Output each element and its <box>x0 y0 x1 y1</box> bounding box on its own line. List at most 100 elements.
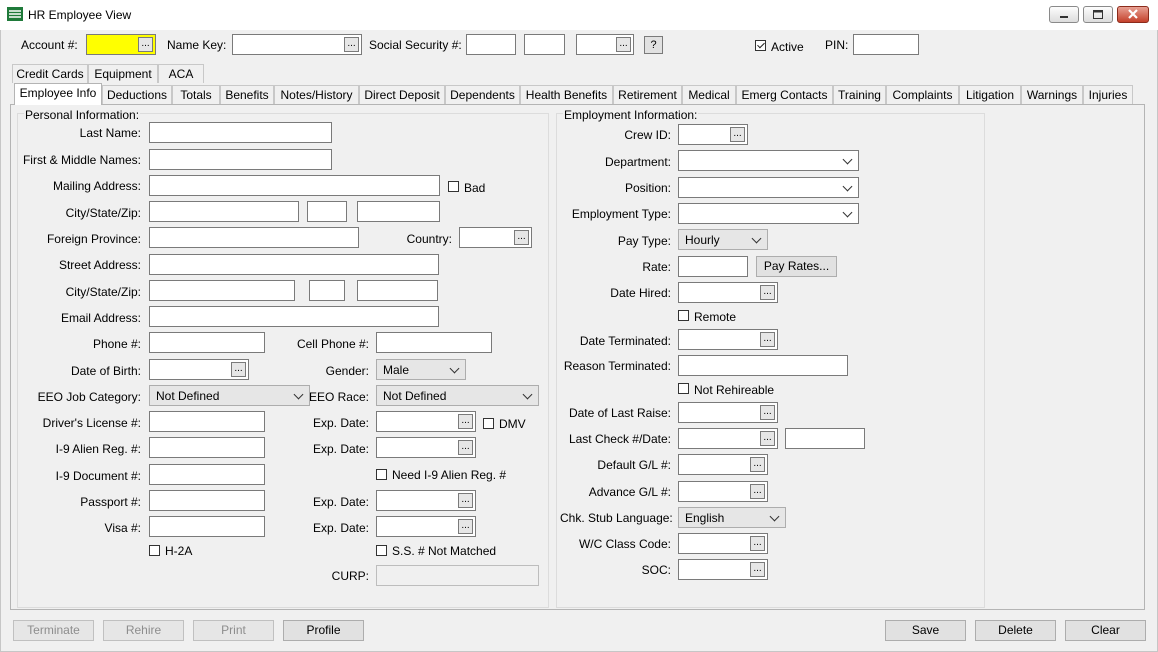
tab-emerg-contacts[interactable]: Emerg Contacts <box>736 85 833 104</box>
ssn-part3-input[interactable]: ... <box>576 34 634 55</box>
cell-phone-input[interactable] <box>376 332 492 353</box>
country-input[interactable]: ... <box>459 227 532 248</box>
bad-checkbox[interactable] <box>448 181 459 192</box>
pay-rates-button[interactable]: Pay Rates... <box>756 256 837 277</box>
last-check-number-input[interactable]: ... <box>678 428 778 449</box>
crew-id-lookup-button[interactable]: ... <box>730 127 745 142</box>
wc-class-lookup-button[interactable]: ... <box>750 536 765 551</box>
tab-litigation[interactable]: Litigation <box>959 85 1021 104</box>
clear-button[interactable]: Clear <box>1065 620 1146 641</box>
dob-input[interactable]: ... <box>149 359 249 380</box>
help-button[interactable]: ? <box>644 36 663 54</box>
rate-input[interactable] <box>678 256 748 277</box>
h2a-checkbox[interactable] <box>149 545 160 556</box>
advance-gl-lookup-button[interactable]: ... <box>750 484 765 499</box>
ssn-lookup-button[interactable]: ... <box>616 37 631 52</box>
street-address-input[interactable] <box>149 254 439 275</box>
dl-exp-date-input[interactable]: ... <box>376 411 476 432</box>
maximize-button[interactable] <box>1083 6 1113 23</box>
tab-aca[interactable]: ACA <box>158 64 204 83</box>
mailing-state-input[interactable] <box>307 201 347 222</box>
foreign-province-input[interactable] <box>149 227 359 248</box>
ssn-part2-input[interactable] <box>524 34 565 55</box>
street-state-input[interactable] <box>309 280 345 301</box>
last-name-input[interactable] <box>149 122 332 143</box>
visa-input[interactable] <box>149 516 265 537</box>
terminate-button[interactable]: Terminate <box>13 620 94 641</box>
drivers-license-input[interactable] <box>149 411 265 432</box>
gender-select[interactable]: Male <box>376 359 466 380</box>
visa-exp-date-input[interactable]: ... <box>376 516 476 537</box>
email-input[interactable] <box>149 306 439 327</box>
date-last-raise-picker-button[interactable]: ... <box>760 405 775 420</box>
last-check-lookup-button[interactable]: ... <box>760 431 775 446</box>
i9-exp-date-input[interactable]: ... <box>376 437 476 458</box>
chk-stub-lang-select[interactable]: English <box>678 507 786 528</box>
i9-exp-date-picker-button[interactable]: ... <box>458 440 473 455</box>
tab-employee-info[interactable]: Employee Info <box>14 83 102 105</box>
date-terminated-picker-button[interactable]: ... <box>760 332 775 347</box>
close-button[interactable] <box>1117 6 1149 23</box>
country-lookup-button[interactable]: ... <box>514 230 529 245</box>
crew-id-input[interactable]: ... <box>678 124 748 145</box>
print-button[interactable]: Print <box>193 620 274 641</box>
i9-doc-input[interactable] <box>149 464 265 485</box>
visa-exp-date-picker-button[interactable]: ... <box>458 519 473 534</box>
tab-deductions[interactable]: Deductions <box>102 85 172 104</box>
date-hired-input[interactable]: ... <box>678 282 778 303</box>
tab-direct-deposit[interactable]: Direct Deposit <box>359 85 445 104</box>
tab-totals[interactable]: Totals <box>172 85 220 104</box>
date-hired-picker-button[interactable]: ... <box>760 285 775 300</box>
tab-benefits[interactable]: Benefits <box>220 85 274 104</box>
need-i9-checkbox[interactable] <box>376 469 387 480</box>
minimize-button[interactable] <box>1049 6 1079 23</box>
name-key-input[interactable]: ... <box>232 34 362 55</box>
passport-exp-date-picker-button[interactable]: ... <box>458 493 473 508</box>
street-city-input[interactable] <box>149 280 295 301</box>
mailing-city-input[interactable] <box>149 201 299 222</box>
tab-medical[interactable]: Medical <box>682 85 736 104</box>
date-terminated-input[interactable]: ... <box>678 329 778 350</box>
tab-health-benefits[interactable]: Health Benefits <box>520 85 613 104</box>
phone-input[interactable] <box>149 332 265 353</box>
tab-dependents[interactable]: Dependents <box>445 85 520 104</box>
soc-lookup-button[interactable]: ... <box>750 562 765 577</box>
last-check-date-input[interactable] <box>785 428 865 449</box>
pay-type-select[interactable]: Hourly <box>678 229 768 250</box>
passport-exp-date-input[interactable]: ... <box>376 490 476 511</box>
save-button[interactable]: Save <box>885 620 966 641</box>
i9-alien-input[interactable] <box>149 437 265 458</box>
account-lookup-button[interactable]: ... <box>138 37 153 52</box>
name-key-lookup-button[interactable]: ... <box>344 37 359 52</box>
remote-checkbox[interactable] <box>678 310 689 321</box>
pin-input[interactable] <box>853 34 919 55</box>
street-zip-input[interactable] <box>357 280 438 301</box>
profile-button[interactable]: Profile <box>283 620 364 641</box>
ssn-part1-input[interactable] <box>466 34 516 55</box>
advance-gl-input[interactable]: ... <box>678 481 768 502</box>
account-input[interactable]: ... <box>86 34 156 55</box>
eeo-race-select[interactable]: Not Defined <box>376 385 539 406</box>
curp-input[interactable] <box>376 565 539 586</box>
employment-type-select[interactable] <box>678 203 859 224</box>
default-gl-lookup-button[interactable]: ... <box>750 457 765 472</box>
rehire-button[interactable]: Rehire <box>103 620 184 641</box>
default-gl-input[interactable]: ... <box>678 454 768 475</box>
dob-picker-button[interactable]: ... <box>231 362 246 377</box>
first-middle-input[interactable] <box>149 149 332 170</box>
dl-exp-date-picker-button[interactable]: ... <box>458 414 473 429</box>
delete-button[interactable]: Delete <box>975 620 1056 641</box>
tab-notes-history[interactable]: Notes/History <box>274 85 359 104</box>
tab-retirement[interactable]: Retirement <box>613 85 682 104</box>
soc-input[interactable]: ... <box>678 559 768 580</box>
tab-complaints[interactable]: Complaints <box>886 85 959 104</box>
tab-equipment[interactable]: Equipment <box>88 64 158 83</box>
not-rehireable-checkbox[interactable] <box>678 383 689 394</box>
reason-terminated-input[interactable] <box>678 355 848 376</box>
dmv-checkbox[interactable] <box>483 418 494 429</box>
ss-not-matched-checkbox[interactable] <box>376 545 387 556</box>
passport-input[interactable] <box>149 490 265 511</box>
mailing-zip-input[interactable] <box>357 201 440 222</box>
active-checkbox[interactable] <box>755 40 766 51</box>
date-last-raise-input[interactable]: ... <box>678 402 778 423</box>
